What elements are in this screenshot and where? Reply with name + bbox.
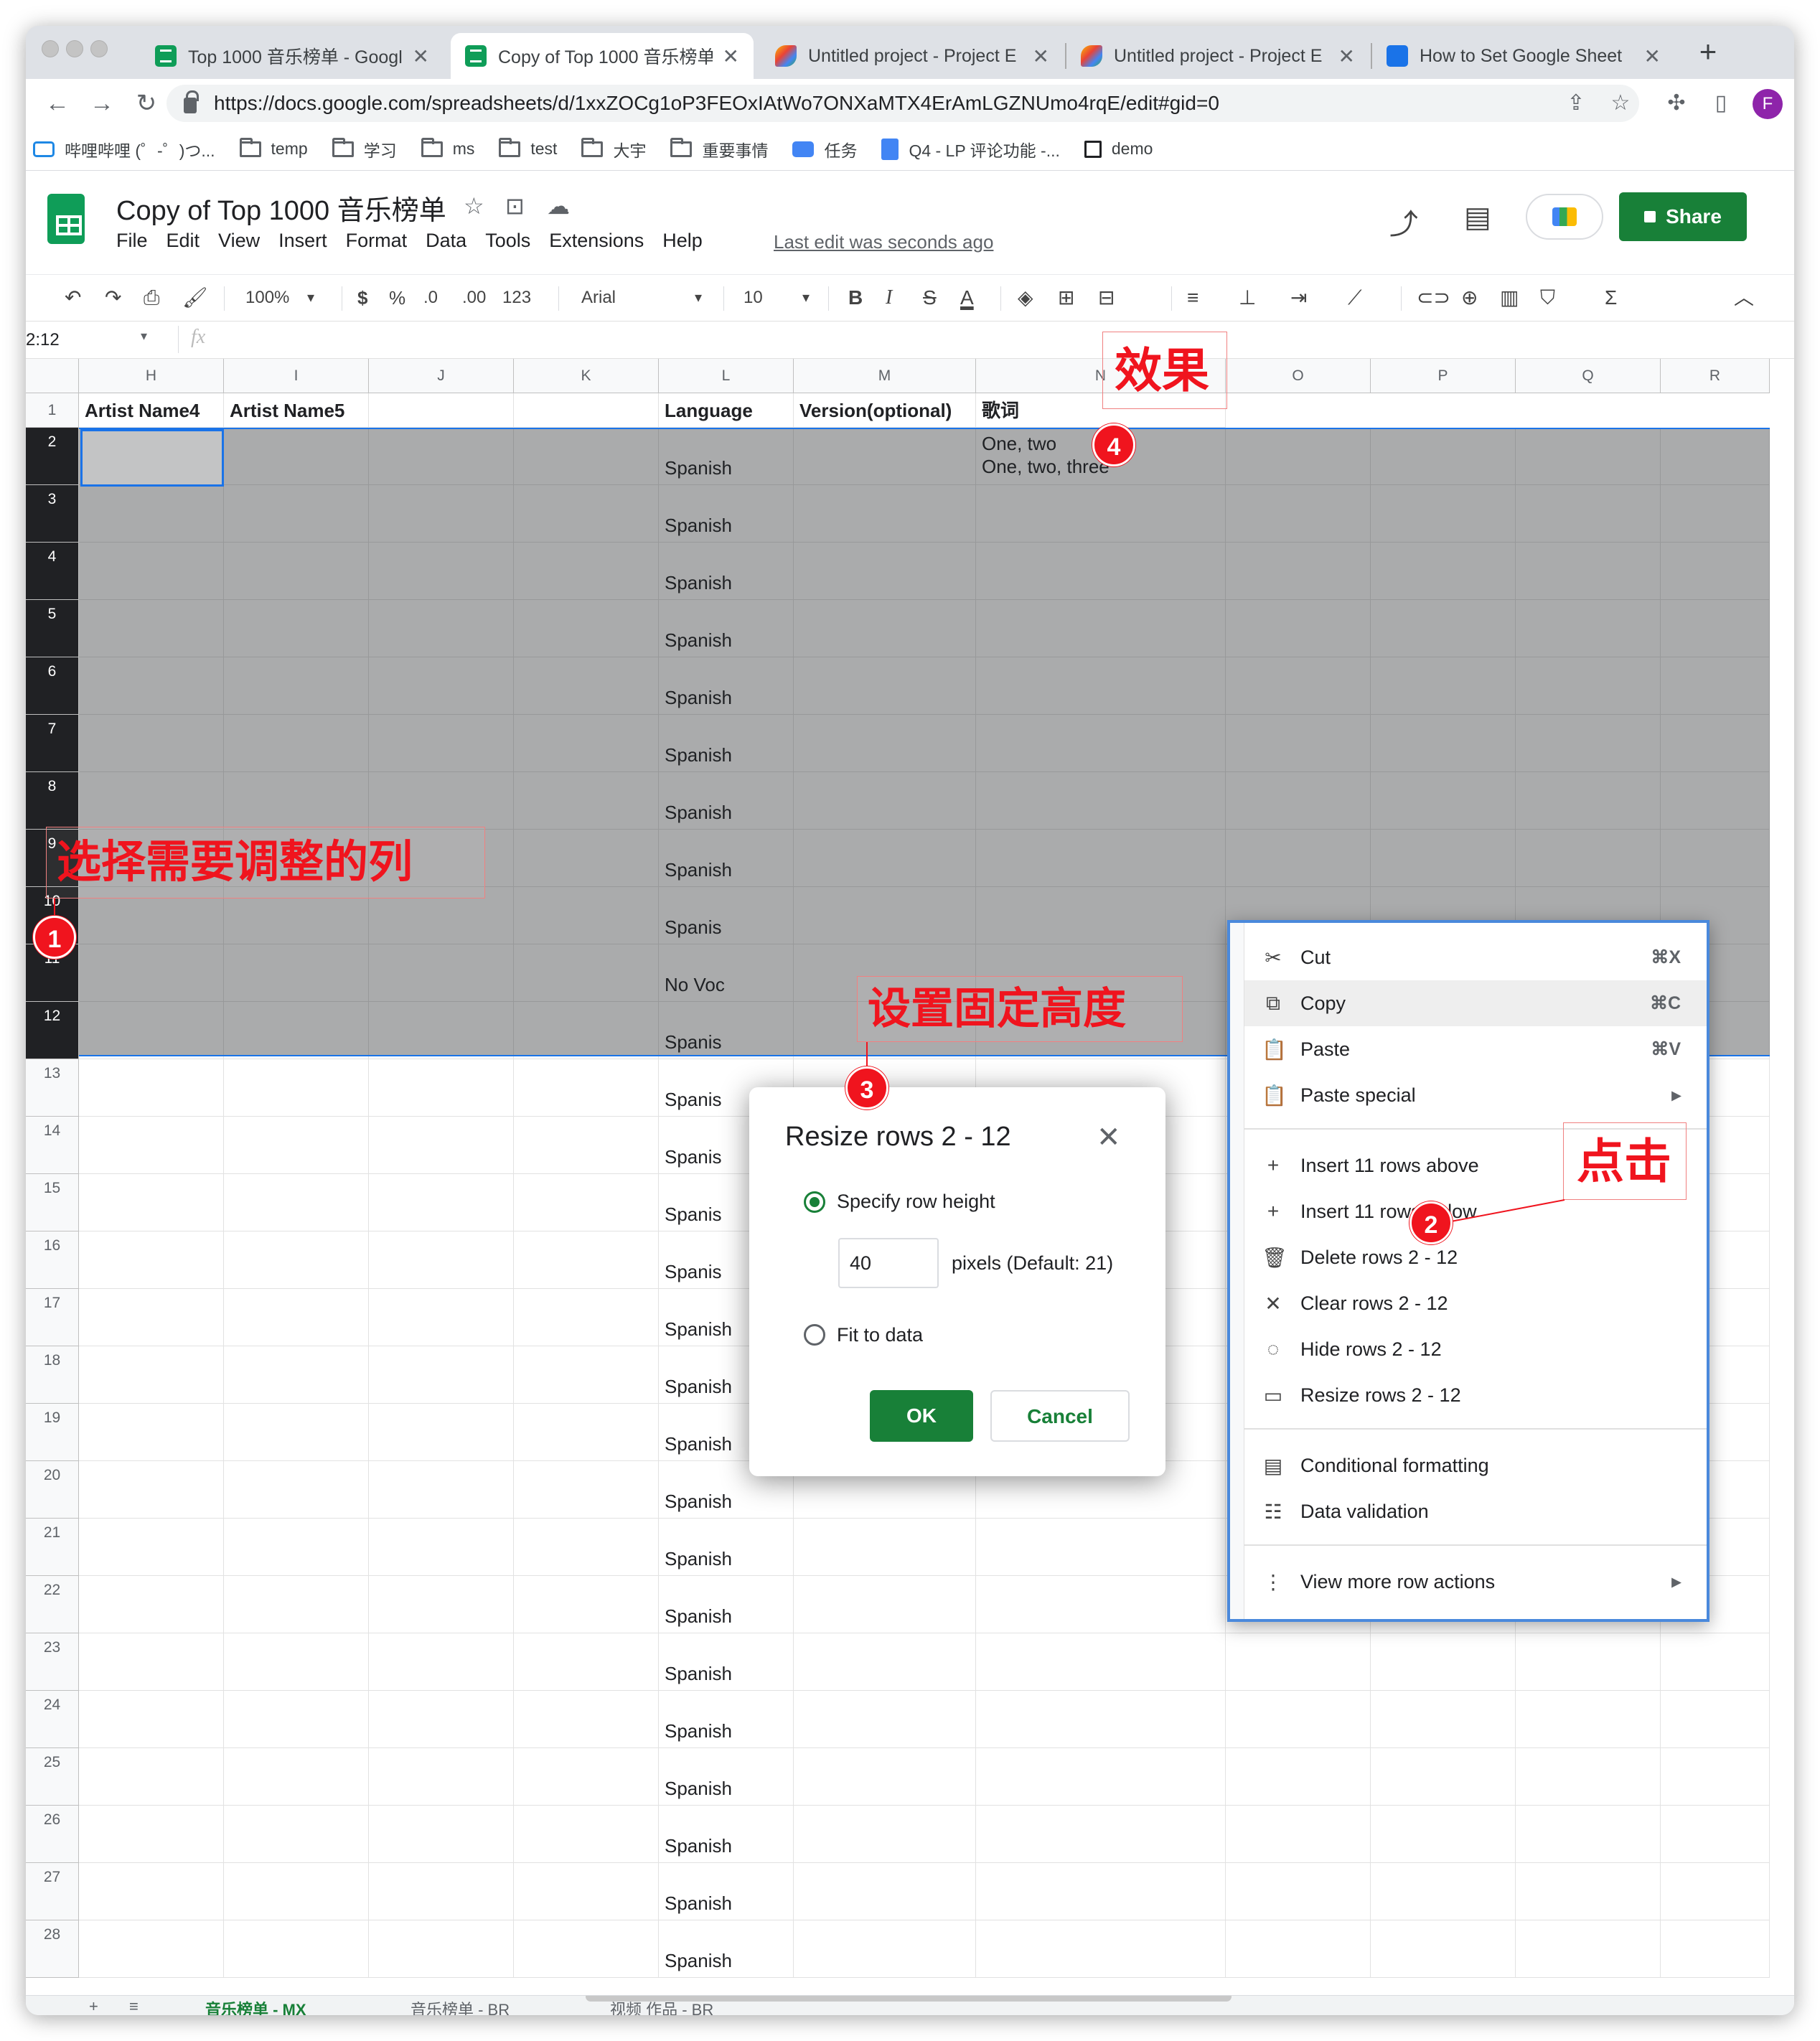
step-badge-2: 2: [1409, 1201, 1453, 1244]
annotation-leader-line: [1450, 1199, 1565, 1222]
annotation-lines: [54, 898, 1565, 1222]
step-badge-3: 3: [845, 1066, 888, 1109]
step-badge-1: 1: [33, 916, 76, 959]
step-badge-4: 4: [1092, 423, 1135, 466]
